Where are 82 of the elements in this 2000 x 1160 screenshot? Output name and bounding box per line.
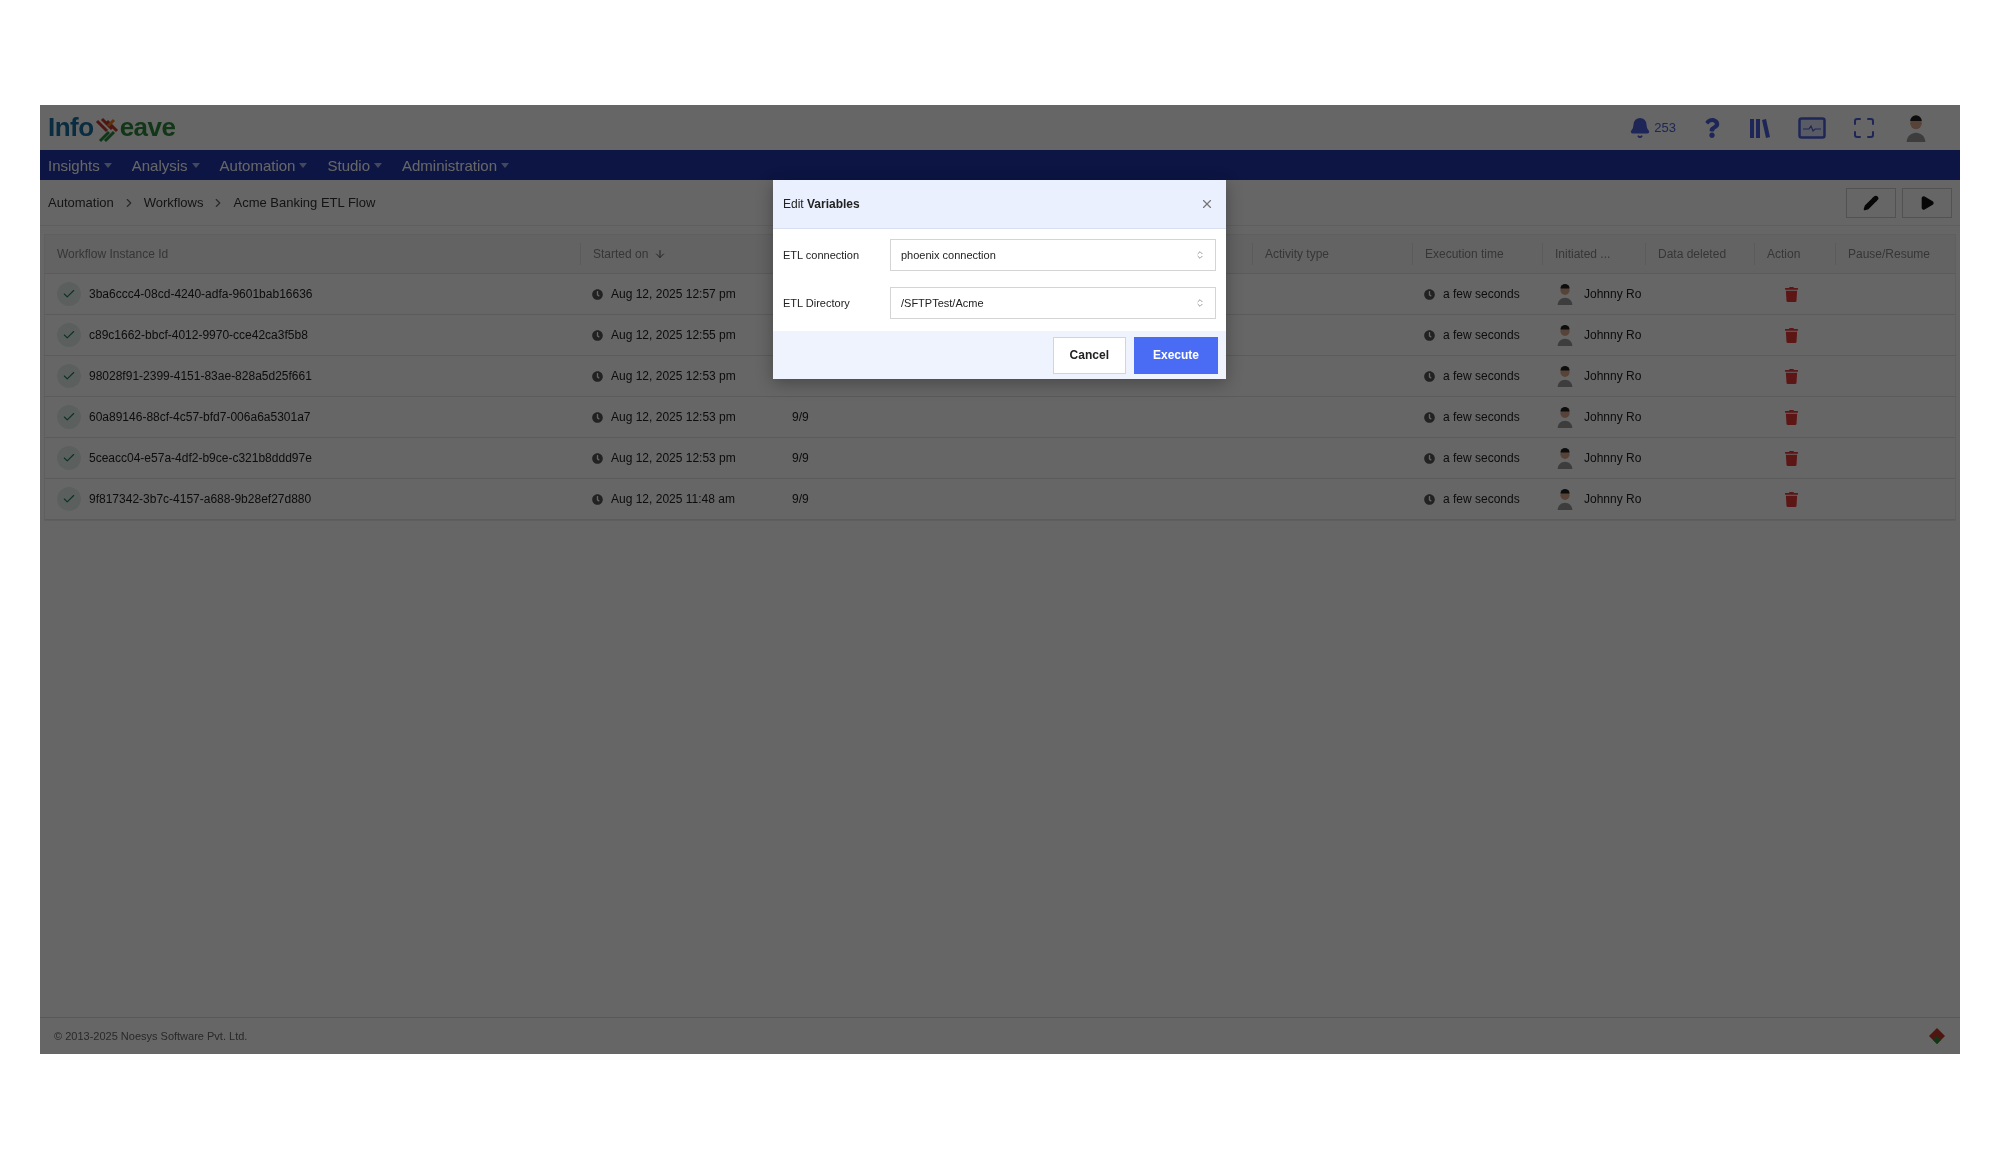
caret-icon xyxy=(501,162,510,168)
run-button[interactable] xyxy=(1902,187,1952,218)
caret-icon xyxy=(374,162,382,168)
table-cell: 3ba6ccc4-08cd-4240-adfa-9601bab16636 xyxy=(89,287,313,301)
up-down-chevron-icon xyxy=(1195,250,1205,260)
table-cell: Johnny Ro xyxy=(1584,369,1642,383)
table-cell: 9f817342-3b7c-4157-a688-9b28ef27d880 xyxy=(89,492,312,506)
play-icon xyxy=(1919,194,1935,211)
delete-icon[interactable] xyxy=(1784,491,1799,507)
table-cell: Aug 12, 2025 12:53 pm xyxy=(611,369,736,383)
select-field[interactable]: phoenix connection xyxy=(890,239,1216,271)
close-button[interactable] xyxy=(1200,197,1214,211)
table-cell: a few seconds xyxy=(1443,410,1520,424)
table-cell: Johnny Ro xyxy=(1584,328,1642,342)
table-cell: Johnny Ro xyxy=(1584,287,1642,301)
table-cell: 60a89146-88cf-4c57-bfd7-006a6a5301a7 xyxy=(89,410,311,424)
select-field[interactable]: /SFTPTest/Acme xyxy=(890,287,1216,319)
sort-arrow-icon[interactable] xyxy=(654,248,667,260)
table-cell: c89c1662-bbcf-4012-9970-cce42ca3f5b8 xyxy=(89,328,308,342)
bell-icon[interactable] xyxy=(1629,116,1652,139)
delete-icon[interactable] xyxy=(1784,368,1799,384)
caret-icon xyxy=(299,162,308,168)
edit-button[interactable] xyxy=(1846,187,1896,218)
nav-menu-item[interactable]: Analysis xyxy=(131,156,200,174)
caret-icon xyxy=(103,162,112,168)
table-cell: a few seconds xyxy=(1443,287,1520,301)
up-down-chevron-icon xyxy=(1195,298,1205,308)
breadcrumb-link[interactable]: Acme Banking ETL Flow xyxy=(233,195,376,210)
execute-button[interactable]: Execute xyxy=(1133,336,1218,374)
caret-icon xyxy=(191,162,200,168)
logo-icon xyxy=(1928,1027,1946,1045)
delete-icon[interactable] xyxy=(1784,450,1799,466)
clock-icon xyxy=(1424,370,1435,382)
field-label: ETL Directory xyxy=(783,297,851,309)
clock-icon xyxy=(592,329,603,341)
table-cell: a few seconds xyxy=(1443,328,1520,342)
copyright-text: © 2013-2025 Noesys Software Pvt. Ltd. xyxy=(54,1030,248,1042)
clock-icon xyxy=(592,288,603,300)
table-cell: 9/9 xyxy=(792,492,809,506)
clock-icon xyxy=(592,452,603,464)
breadcrumb-link[interactable]: Workflows xyxy=(143,195,204,210)
table-cell: Johnny Ro xyxy=(1584,492,1642,506)
clock-icon xyxy=(592,370,603,382)
table-cell: 5ceacc04-e57a-4df2-b9ce-c321b8ddd97e xyxy=(89,451,312,465)
table-cell: a few seconds xyxy=(1443,369,1520,383)
table-cell: Aug 12, 2025 12:53 pm xyxy=(611,451,736,465)
table-cell: Aug 12, 2025 12:57 pm xyxy=(611,287,736,301)
notification-count: 253 xyxy=(1654,120,1676,135)
table-cell: Aug 12, 2025 12:55 pm xyxy=(611,328,736,342)
fullscreen-icon[interactable] xyxy=(1852,115,1876,140)
app-logo: Info eave xyxy=(48,112,176,143)
table-cell: a few seconds xyxy=(1443,492,1520,506)
pencil-icon xyxy=(1863,194,1879,211)
clock-icon xyxy=(1424,493,1435,505)
clock-icon xyxy=(592,411,603,423)
dialog-title: Edit Variables xyxy=(783,197,860,211)
delete-icon[interactable] xyxy=(1784,286,1799,302)
table-cell: a few seconds xyxy=(1443,451,1520,465)
breadcrumb-link[interactable]: Automation xyxy=(48,195,114,210)
field-label: ETL connection xyxy=(783,249,861,261)
nav-menu-item[interactable]: Administration xyxy=(402,156,510,174)
table-cell: Johnny Ro xyxy=(1584,410,1642,424)
cancel-button[interactable]: Cancel xyxy=(1052,336,1126,374)
nav-menu-item[interactable]: Automation xyxy=(219,156,308,174)
delete-icon[interactable] xyxy=(1784,327,1799,343)
logo-mark-icon xyxy=(93,117,120,143)
table-cell: 9/9 xyxy=(792,410,809,424)
monitor-icon[interactable] xyxy=(1798,116,1826,139)
nav-menu-item[interactable]: Insights xyxy=(48,156,112,174)
table-cell: Johnny Ro xyxy=(1584,451,1642,465)
nav-menu-item[interactable]: Studio xyxy=(327,156,382,174)
clock-icon xyxy=(1424,452,1435,464)
clock-icon xyxy=(1424,288,1435,300)
clock-icon xyxy=(1424,329,1435,341)
clock-icon xyxy=(592,493,603,505)
table-cell: Aug 12, 2025 11:48 am xyxy=(611,492,735,506)
clock-icon xyxy=(1424,411,1435,423)
table-cell: Aug 12, 2025 12:53 pm xyxy=(611,410,736,424)
delete-icon[interactable] xyxy=(1784,409,1799,425)
table-cell: 9/9 xyxy=(792,451,809,465)
table-cell: 98028f91-2399-4151-83ae-828a5d25f661 xyxy=(89,369,312,383)
close-icon xyxy=(1200,197,1214,211)
